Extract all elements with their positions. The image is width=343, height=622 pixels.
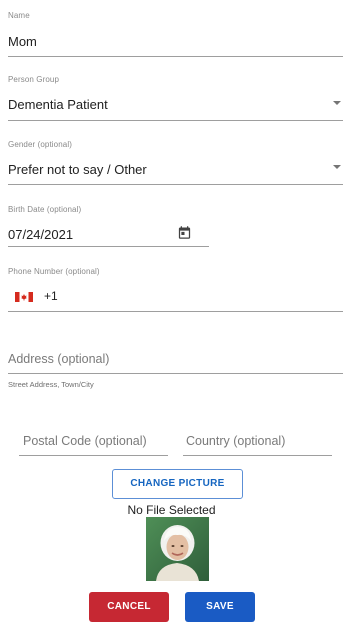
country-underline	[183, 455, 332, 456]
name-underline	[8, 56, 343, 57]
person-group-value[interactable]: Dementia Patient	[8, 97, 108, 112]
save-button[interactable]: SAVE	[185, 592, 255, 622]
address-helper-text: Street Address, Town/City	[8, 380, 94, 389]
postal-code-input[interactable]: Postal Code (optional)	[23, 434, 147, 448]
gender-label: Gender (optional)	[8, 140, 72, 149]
phone-label: Phone Number (optional)	[8, 267, 100, 276]
name-input[interactable]: Mom	[8, 34, 37, 49]
canada-flag-icon[interactable]	[15, 292, 33, 302]
address-underline	[8, 373, 343, 374]
cancel-button[interactable]: CANCEL	[89, 592, 169, 622]
country-code: +1	[44, 289, 58, 303]
chevron-down-icon[interactable]	[333, 165, 341, 169]
address-input[interactable]: Address (optional)	[8, 352, 109, 366]
postal-code-underline	[19, 455, 168, 456]
person-group-underline	[8, 120, 343, 121]
chevron-down-icon[interactable]	[333, 101, 341, 105]
change-picture-button[interactable]: CHANGE PICTURE	[112, 469, 243, 499]
phone-underline	[8, 311, 343, 312]
avatar	[146, 517, 209, 581]
gender-value[interactable]: Prefer not to say / Other	[8, 162, 147, 177]
birth-date-label: Birth Date (optional)	[8, 205, 82, 214]
birth-date-input[interactable]: 07/24/2021	[8, 227, 73, 242]
person-group-label: Person Group	[8, 75, 60, 84]
name-label: Name	[8, 11, 30, 20]
calendar-icon[interactable]	[177, 225, 192, 240]
gender-underline	[8, 184, 343, 185]
file-status-text: No File Selected	[127, 503, 216, 517]
country-input[interactable]: Country (optional)	[186, 434, 285, 448]
birth-date-underline	[8, 246, 209, 247]
